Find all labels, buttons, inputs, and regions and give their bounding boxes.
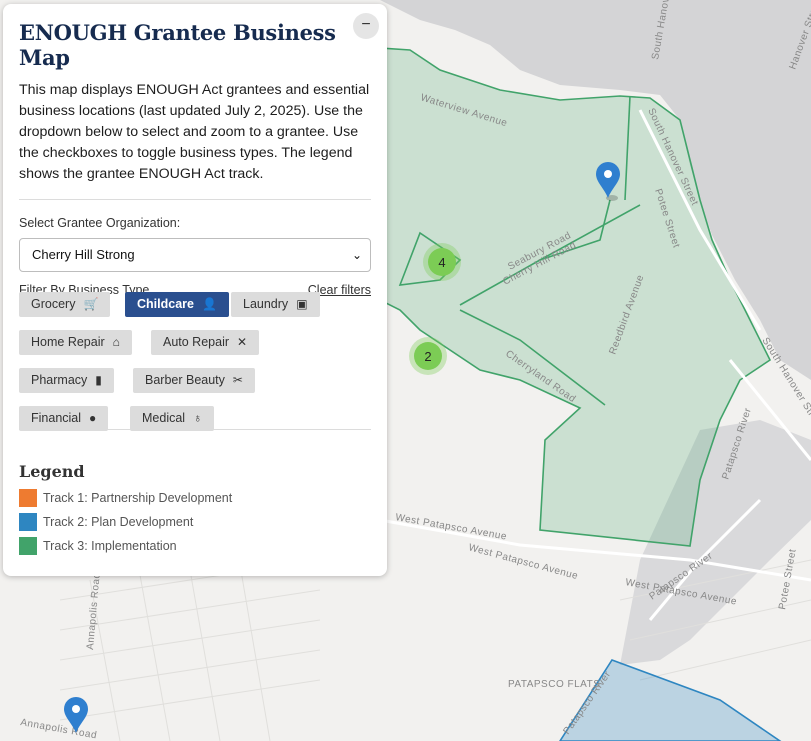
grantee-select-value: Cherry Hill Strong bbox=[32, 247, 135, 262]
page-title: ENOUGH Grantee Business Map bbox=[19, 20, 336, 70]
filter-label-text: Home Repair bbox=[31, 335, 105, 349]
collapse-panel-button[interactable]: − bbox=[353, 13, 379, 39]
legend-item-track3: Track 3: Implementation bbox=[19, 537, 177, 555]
map-description: This map displays ENOUGH Act grantees an… bbox=[19, 82, 370, 182]
select-grantee-label: Select Grantee Organization: bbox=[19, 216, 181, 230]
legend-item-track2: Track 2: Plan Development bbox=[19, 513, 193, 531]
filter-home-repair-button[interactable]: Home Repair ⌂ bbox=[19, 330, 132, 355]
legend-swatch bbox=[19, 489, 37, 507]
filter-label-text: Laundry bbox=[243, 297, 289, 311]
filter-label-text: Grocery bbox=[31, 297, 76, 311]
filter-label-text: Childcare bbox=[137, 297, 194, 311]
legend-swatch bbox=[19, 513, 37, 531]
divider bbox=[19, 429, 371, 430]
filter-financial-button[interactable]: Financial ● bbox=[19, 406, 109, 431]
filter-laundry-button[interactable]: Laundry ▣ bbox=[231, 292, 320, 317]
legend-label: Track 3: Implementation bbox=[43, 539, 177, 553]
grantee-select[interactable]: Cherry Hill Strong ⌄ bbox=[19, 238, 371, 272]
cluster-count: 2 bbox=[424, 349, 431, 364]
filter-grocery-button[interactable]: Grocery 🛒 bbox=[19, 292, 111, 317]
street-label: PATAPSCO FLATS bbox=[508, 679, 600, 690]
pill-bottle-icon: ▮ bbox=[95, 373, 102, 387]
scissors-icon: ✂ bbox=[232, 373, 243, 387]
cluster-count: 4 bbox=[438, 255, 445, 270]
home-icon: ⌂ bbox=[112, 335, 120, 349]
filter-barber-beauty-button[interactable]: Barber Beauty ✂ bbox=[133, 368, 255, 393]
child-icon: 👤 bbox=[201, 297, 217, 311]
tools-icon: ✕ bbox=[237, 335, 248, 349]
cluster-2[interactable]: 2 bbox=[409, 337, 447, 375]
piggy-bank-icon: ● bbox=[89, 411, 97, 425]
legend-title: Legend bbox=[19, 462, 85, 481]
filter-label-text: Financial bbox=[31, 411, 82, 425]
filter-label-text: Barber Beauty bbox=[145, 373, 225, 387]
cluster-4[interactable]: 4 bbox=[423, 243, 461, 281]
filter-medical-button[interactable]: Medical ♁ bbox=[130, 406, 215, 431]
legend-swatch bbox=[19, 537, 37, 555]
filter-pharmacy-button[interactable]: Pharmacy ▮ bbox=[19, 368, 114, 393]
filter-label-text: Pharmacy bbox=[31, 373, 88, 387]
cart-icon: 🛒 bbox=[83, 297, 99, 311]
filter-label-text: Medical bbox=[142, 411, 186, 425]
washer-icon: ▣ bbox=[296, 297, 308, 311]
filter-auto-repair-button[interactable]: Auto Repair ✕ bbox=[151, 330, 260, 355]
chevron-down-icon: ⌄ bbox=[351, 248, 362, 262]
legend-label: Track 1: Partnership Development bbox=[43, 491, 233, 505]
filter-label-text: Auto Repair bbox=[163, 335, 230, 349]
legend-item-track1: Track 1: Partnership Development bbox=[19, 489, 232, 507]
legend-label: Track 2: Plan Development bbox=[43, 515, 194, 529]
divider bbox=[19, 199, 371, 200]
info-panel: ENOUGH Grantee Business Map − This map d… bbox=[3, 4, 387, 576]
stethoscope-icon: ♁ bbox=[193, 411, 203, 425]
filter-childcare-button[interactable]: Childcare 👤 bbox=[125, 292, 229, 317]
